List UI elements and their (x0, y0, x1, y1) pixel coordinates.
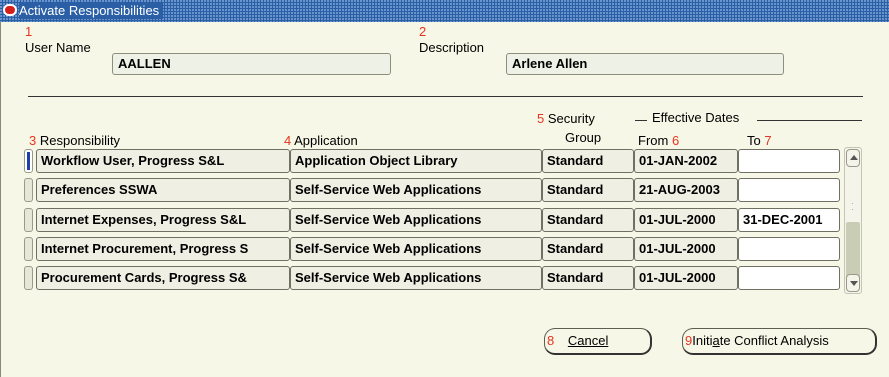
cancel-button[interactable]: 8 Cancel (544, 328, 652, 355)
description-label: Description (419, 40, 485, 55)
cancel-button-label: Cancel (567, 333, 609, 348)
annotation-number-4: 4 (284, 133, 292, 148)
user-name-field[interactable]: AALLEN (112, 53, 391, 75)
annotation-number-2: 2 (419, 24, 427, 39)
responsibility-header: 3 Responsibility (29, 133, 121, 148)
grip-icon: · · (851, 199, 854, 214)
application-cell[interactable]: Self-Service Web Applications (290, 178, 542, 202)
title-bar[interactable]: Activate Responsibilities (0, 0, 889, 22)
responsibility-cell[interactable]: Internet Procurement, Progress S (36, 237, 290, 261)
row-selector[interactable] (24, 178, 33, 202)
effective-dates-header: Effective Dates (652, 110, 740, 125)
security-group-cell[interactable]: Standard (542, 149, 634, 173)
annotation-number-8: 8 (547, 333, 555, 348)
responsibility-cell[interactable]: Preferences SSWA (36, 178, 290, 202)
initiate-conflict-analysis-button[interactable]: 9Initiate Conflict Analysis (682, 328, 877, 355)
separator-line (28, 96, 863, 97)
row-selector[interactable] (24, 208, 33, 232)
security-group-header-line2: Group (565, 130, 602, 145)
security-group-cell[interactable]: Standard (542, 237, 634, 261)
initiate-button-label: Initiate Conflict Analysis (692, 333, 829, 348)
description-field[interactable]: Arlene Allen (506, 53, 784, 75)
arrow-up-icon (850, 155, 858, 160)
security-group-cell[interactable]: Standard (542, 266, 634, 290)
user-name-label: User Name (25, 40, 91, 55)
application-cell[interactable]: Self-Service Web Applications (290, 208, 542, 232)
to-date-cell[interactable] (738, 178, 840, 202)
to-date-cell[interactable] (738, 237, 840, 261)
from-date-cell[interactable]: 01-JUL-2000 (634, 237, 738, 261)
responsibility-cell[interactable]: Workflow User, Progress S&L (36, 149, 290, 173)
annotation-number-6: 6 (671, 133, 680, 148)
application-header: 4 Application (284, 133, 358, 148)
row-selector[interactable] (24, 266, 33, 290)
to-date-cell[interactable]: 31-DEC-2001 (738, 208, 840, 232)
effective-dates-line-right (757, 120, 862, 121)
application-cell[interactable]: Application Object Library (290, 149, 542, 173)
annotation-number-7: 7 (764, 133, 772, 148)
from-date-cell[interactable]: 01-JUL-2000 (634, 266, 738, 290)
arrow-down-icon (850, 281, 858, 286)
annotation-number-5: 5 (537, 111, 545, 126)
scroll-up-button[interactable] (846, 149, 860, 167)
from-header: From 6 (638, 133, 680, 148)
from-date-cell[interactable]: 01-JUL-2000 (634, 208, 738, 232)
security-group-cell[interactable]: Standard (542, 208, 634, 232)
to-date-cell[interactable] (738, 149, 840, 173)
effective-dates-line-left (635, 120, 647, 121)
row-selector[interactable] (24, 237, 33, 261)
from-date-cell[interactable]: 21-AUG-2003 (634, 178, 738, 202)
to-date-cell[interactable] (738, 266, 840, 290)
application-cell[interactable]: Self-Service Web Applications (290, 237, 542, 261)
oracle-logo-icon (3, 4, 17, 16)
activate-responsibilities-window: Activate Responsibilities 1 User Name AA… (0, 0, 889, 377)
responsibility-cell[interactable]: Internet Expenses, Progress S&L (36, 208, 290, 232)
annotation-number-3: 3 (29, 133, 37, 148)
annotation-number-9: 9 (685, 333, 693, 348)
vertical-scrollbar[interactable]: · · (844, 147, 862, 294)
scroll-down-button[interactable] (846, 274, 860, 292)
security-group-header-line1: 5 Security (537, 111, 595, 126)
application-cell[interactable]: Self-Service Web Applications (290, 266, 542, 290)
row-selector[interactable] (24, 149, 33, 173)
to-header: To 7 (747, 133, 772, 148)
from-date-cell[interactable]: 01-JAN-2002 (634, 149, 738, 173)
window-body: 1 User Name AALLEN 2 Description Arlene … (0, 22, 889, 377)
window-title: Activate Responsibilities (19, 3, 164, 19)
security-group-cell[interactable]: Standard (542, 178, 634, 202)
responsibility-cell[interactable]: Procurement Cards, Progress S& (36, 266, 290, 290)
annotation-number-1: 1 (25, 24, 33, 39)
